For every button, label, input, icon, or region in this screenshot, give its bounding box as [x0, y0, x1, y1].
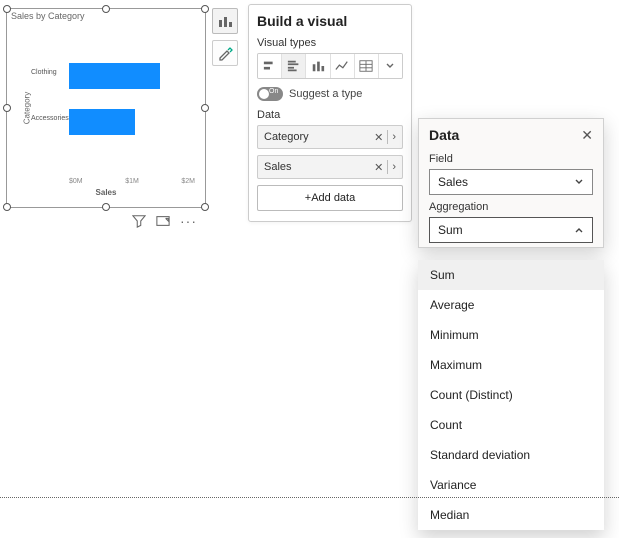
aggregation-option[interactable]: Count (Distinct) — [418, 380, 604, 410]
resize-handle-mr[interactable] — [201, 104, 209, 112]
bar-row: Accessories — [69, 105, 195, 139]
visual-types-picker — [257, 53, 403, 79]
field-menu-chevron-icon[interactable]: › — [392, 161, 396, 173]
field-dropdown[interactable]: Sales — [429, 169, 593, 195]
suggest-type-label: Suggest a type — [289, 88, 362, 100]
separator — [387, 130, 388, 144]
chart-x-axis: $0M $1M $2M — [69, 178, 195, 185]
data-popover: Data ✕ Field Sales Aggregation Sum — [418, 118, 604, 248]
pill-label: Sales — [264, 161, 292, 173]
bar-row: Clothing — [69, 59, 195, 93]
resize-handle-tl[interactable] — [3, 5, 11, 13]
panel-title: Build a visual — [257, 13, 403, 29]
resize-handle-tm[interactable] — [102, 5, 110, 13]
build-visual-tab[interactable] — [212, 8, 238, 34]
x-tick: $0M — [69, 178, 83, 185]
add-data-label: +Add data — [305, 192, 355, 204]
data-field-pill-category[interactable]: Category ✕ › — [257, 125, 403, 149]
bar[interactable] — [69, 109, 135, 135]
bar[interactable] — [69, 63, 160, 89]
toggle-state-label: On — [269, 88, 278, 95]
visual-type-line[interactable] — [331, 54, 355, 78]
field-menu-chevron-icon[interactable]: › — [392, 131, 396, 143]
bar-label: Clothing — [31, 69, 67, 76]
aggregation-label: Aggregation — [429, 201, 593, 213]
chart-x-axis-label: Sales — [7, 188, 205, 197]
resize-handle-ml[interactable] — [3, 104, 11, 112]
add-data-button[interactable]: +Add data — [257, 185, 403, 211]
resize-handle-bm[interactable] — [102, 203, 110, 211]
filter-icon[interactable] — [132, 214, 146, 228]
more-options-icon[interactable]: ··· — [180, 217, 197, 225]
chart-visual[interactable]: Sales by Category Category Clothing Acce… — [6, 8, 206, 208]
popover-title: Data — [429, 127, 459, 143]
aggregation-option[interactable]: Standard deviation — [418, 440, 604, 470]
x-tick: $2M — [181, 178, 195, 185]
x-tick: $1M — [125, 178, 139, 185]
aggregation-value: Sum — [438, 223, 463, 237]
remove-field-icon[interactable]: ✕ — [374, 161, 383, 174]
visual-type-stacked-bar[interactable] — [258, 54, 282, 78]
data-field-pill-sales[interactable]: Sales ✕ › — [257, 155, 403, 179]
data-section-label: Data — [257, 109, 403, 121]
chart-toolbar: ··· — [132, 214, 197, 228]
chevron-down-icon — [574, 177, 584, 187]
remove-field-icon[interactable]: ✕ — [374, 131, 383, 144]
close-icon[interactable]: ✕ — [581, 128, 593, 142]
aggregation-option[interactable]: Count — [418, 410, 604, 440]
aggregation-option[interactable]: Sum — [418, 260, 604, 290]
chevron-up-icon — [574, 225, 584, 235]
suggest-type-row: On Suggest a type — [257, 87, 403, 101]
visual-type-clustered-bar[interactable] — [282, 54, 306, 78]
suggest-type-toggle[interactable]: On — [257, 87, 283, 101]
resize-handle-tr[interactable] — [201, 5, 209, 13]
build-visual-panel: Build a visual Visual types On Suggest a… — [248, 4, 412, 222]
visual-type-clustered-column[interactable] — [306, 54, 330, 78]
canvas-boundary-line — [0, 497, 619, 498]
field-value: Sales — [438, 175, 468, 189]
chart-plot-area: Clothing Accessories — [29, 49, 195, 171]
resize-handle-br[interactable] — [201, 203, 209, 211]
aggregation-option[interactable]: Minimum — [418, 320, 604, 350]
bar-label: Accessories — [31, 115, 67, 122]
aggregation-option[interactable]: Maximum — [418, 350, 604, 380]
field-label: Field — [429, 153, 593, 165]
aggregation-dropdown[interactable]: Sum — [429, 217, 593, 243]
aggregation-option[interactable]: Variance — [418, 470, 604, 500]
aggregation-option[interactable]: Average — [418, 290, 604, 320]
aggregation-option[interactable]: Median — [418, 500, 604, 530]
resize-handle-bl[interactable] — [3, 203, 11, 211]
separator — [387, 160, 388, 174]
pill-label: Category — [264, 131, 309, 143]
format-visual-tab[interactable] — [212, 40, 238, 66]
visual-pane-tabs — [212, 8, 238, 66]
visual-types-label: Visual types — [257, 37, 403, 49]
focus-mode-icon[interactable] — [156, 214, 170, 228]
visual-type-table[interactable] — [355, 54, 379, 78]
aggregation-dropdown-list: Sum Average Minimum Maximum Count (Disti… — [418, 260, 604, 530]
visual-type-more[interactable] — [379, 54, 402, 78]
